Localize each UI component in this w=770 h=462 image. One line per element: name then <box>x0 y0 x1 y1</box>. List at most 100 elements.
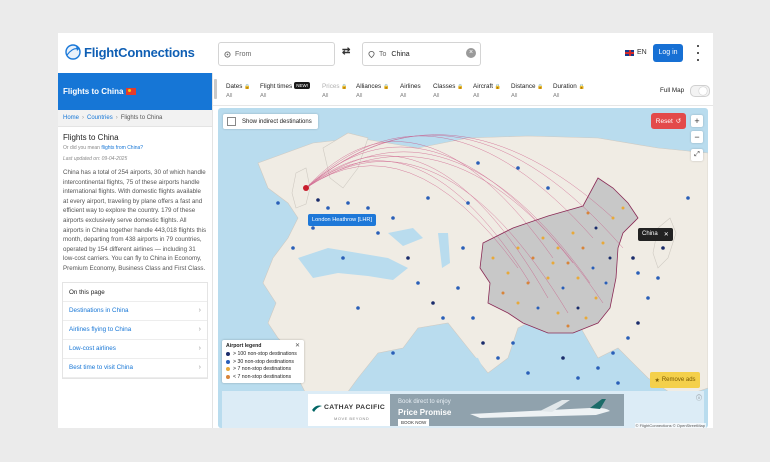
lock-icon: 🔒 <box>341 84 348 90</box>
more-menu-icon[interactable] <box>695 45 701 61</box>
fullscreen-icon[interactable]: ⤢ <box>691 149 703 161</box>
destination-tag[interactable]: China ✕ <box>638 228 673 241</box>
location-pin-icon <box>224 50 231 58</box>
china-flag-icon <box>126 88 137 95</box>
filter-value: All <box>356 93 363 99</box>
chevron-right-icon: › <box>198 364 201 372</box>
to-search-input[interactable]: To China × <box>362 42 481 66</box>
lock-icon: 🔒 <box>494 84 501 90</box>
filter-value: All <box>473 93 480 99</box>
clear-icon[interactable]: × <box>466 48 476 58</box>
toc-item-airlines[interactable]: Airlines flying to China › <box>63 321 207 340</box>
toc-item-destinations[interactable]: Destinations in China › <box>63 302 207 321</box>
on-this-page-box: On this page Destinations in China › Airl… <box>62 281 208 379</box>
lock-icon: 🔒 <box>382 84 390 90</box>
toc-item-best-time[interactable]: Best time to visit China › <box>63 359 207 378</box>
sidebar: Flights to China Home › Countries › Flig… <box>58 73 213 428</box>
on-this-page-title: On this page <box>63 283 207 302</box>
chevron-right-icon: › <box>198 307 201 315</box>
sidebar-content: Flights to China Or did you mean flights… <box>58 127 212 379</box>
legend-dot <box>226 367 230 371</box>
filter-classes[interactable]: Classes 🔒 All <box>433 83 463 99</box>
ad-banner[interactable]: CATHAY PACIFIC MOVE BEYOND Book direct t… <box>222 391 704 428</box>
filter-alliances[interactable]: Alliances 🔒 All <box>356 83 389 99</box>
lock-icon: 🔒 <box>537 84 544 90</box>
lock-icon: 🔒 <box>244 84 251 90</box>
reset-icon: ↺ <box>675 118 682 125</box>
ad-line-2: Price Promise <box>398 408 452 417</box>
page-title: Flights to China <box>63 133 119 142</box>
filter-value: All <box>400 93 407 99</box>
indirect-label: Show indirect destinations <box>242 118 312 125</box>
to-value: China <box>391 50 410 58</box>
lhr-marker <box>303 185 309 191</box>
last-updated: Last updated on: 09-04-2025 <box>63 156 128 162</box>
ad-info-icon[interactable]: ⓘ <box>696 393 702 402</box>
zoom-in-button[interactable]: + <box>691 115 703 127</box>
language-selector[interactable]: EN <box>625 49 647 56</box>
legend-row: > 7 non-stop destinations <box>226 366 300 372</box>
filter-bar: Dates 🔒 All Flight times NEW! All Prices 🔒 A… <box>213 73 713 106</box>
logo[interactable]: FlightConnections <box>65 43 195 61</box>
filter-value: All <box>553 93 560 99</box>
filter-dates[interactable]: Dates 🔒 All <box>226 83 250 99</box>
filter-value: All <box>322 93 329 99</box>
ad-line-1: Book direct to enjoy <box>398 399 451 405</box>
legend-dot <box>226 374 230 379</box>
checkbox-box <box>227 117 236 126</box>
ad-brand-sub: MOVE BEYOND <box>334 416 370 421</box>
breadcrumb-home[interactable]: Home <box>63 115 79 121</box>
ad-image: Book direct to enjoy Price Promise BOOK … <box>390 394 624 426</box>
ad-cta-button[interactable]: BOOK NOW <box>398 419 430 426</box>
from-search-input[interactable]: From <box>218 42 335 66</box>
login-button[interactable]: Log in <box>653 44 683 62</box>
legend-dot <box>226 359 230 364</box>
chevron-right-icon: › <box>198 326 201 334</box>
origin-airport-tag[interactable]: London Heathrow [LHR] <box>308 214 377 226</box>
panel-resize-handle[interactable] <box>214 79 217 99</box>
breadcrumb: Home › Countries › Flights to China <box>58 110 212 127</box>
filter-flight-times[interactable]: Flight times NEW! All <box>260 82 310 99</box>
full-map-toggle[interactable] <box>690 85 710 97</box>
filter-value: All <box>226 93 233 99</box>
legend-row: > 30 non-stop destinations <box>226 359 300 365</box>
toc-item-low-cost[interactable]: Low-cost airlines › <box>63 340 207 359</box>
legend-row: > 100 non-stop destinations <box>226 351 300 357</box>
route-map[interactable]: Show indirect destinations Reset ↺ + − ⤢… <box>218 108 708 428</box>
sidebar-title-bar: Flights to China <box>58 73 212 110</box>
filter-aircraft[interactable]: Aircraft 🔒 All <box>473 83 501 99</box>
zoom-out-button[interactable]: − <box>691 131 703 143</box>
language-label: EN <box>637 49 647 56</box>
chevron-right-icon: › <box>198 345 201 353</box>
reset-button[interactable]: Reset ↺ <box>651 113 686 129</box>
app-window: FlightConnections From ⇄ To China × EN L… <box>58 33 713 428</box>
full-map-label: Full Map <box>660 87 685 94</box>
close-icon[interactable]: ✕ <box>664 231 669 238</box>
flights-from-link[interactable]: flights from China? <box>101 145 143 151</box>
uk-flag-icon <box>625 49 634 56</box>
logo-text: FlightConnections <box>84 44 195 60</box>
sidebar-title: Flights to China <box>63 87 124 96</box>
map-attribution: © FlightConnections © OpenStreetMap <box>634 423 706 428</box>
filter-value: All <box>511 93 518 99</box>
location-pin-icon <box>368 50 375 58</box>
swap-icon[interactable]: ⇄ <box>342 46 350 57</box>
lock-icon: 🔒 <box>578 84 585 90</box>
remove-ads-button[interactable]: ★ Remove ads <box>650 372 700 388</box>
top-header: FlightConnections From ⇄ To China × EN L… <box>58 33 713 74</box>
filter-airlines[interactable]: Airlines All <box>400 83 421 99</box>
close-icon[interactable]: ✕ <box>295 342 300 349</box>
airport-legend: Airport legend ✕ > 100 non-stop destinat… <box>222 340 304 383</box>
filter-distance[interactable]: Distance 🔒 All <box>511 83 543 99</box>
from-placeholder: From <box>235 50 252 58</box>
indirect-destinations-checkbox[interactable]: Show indirect destinations <box>223 114 318 129</box>
filter-prices[interactable]: Prices 🔒 All <box>322 83 347 99</box>
lock-icon: 🔒 <box>457 84 464 90</box>
star-icon: ★ <box>654 377 660 384</box>
to-label: To <box>379 50 387 58</box>
filter-duration[interactable]: Duration 🔒 All <box>553 83 585 99</box>
new-badge: NEW! <box>294 82 310 89</box>
breadcrumb-countries[interactable]: Countries <box>87 115 113 121</box>
bay-of-bengal <box>518 343 558 398</box>
alternative-suggestion: Or did you mean flights from China? <box>63 145 144 151</box>
